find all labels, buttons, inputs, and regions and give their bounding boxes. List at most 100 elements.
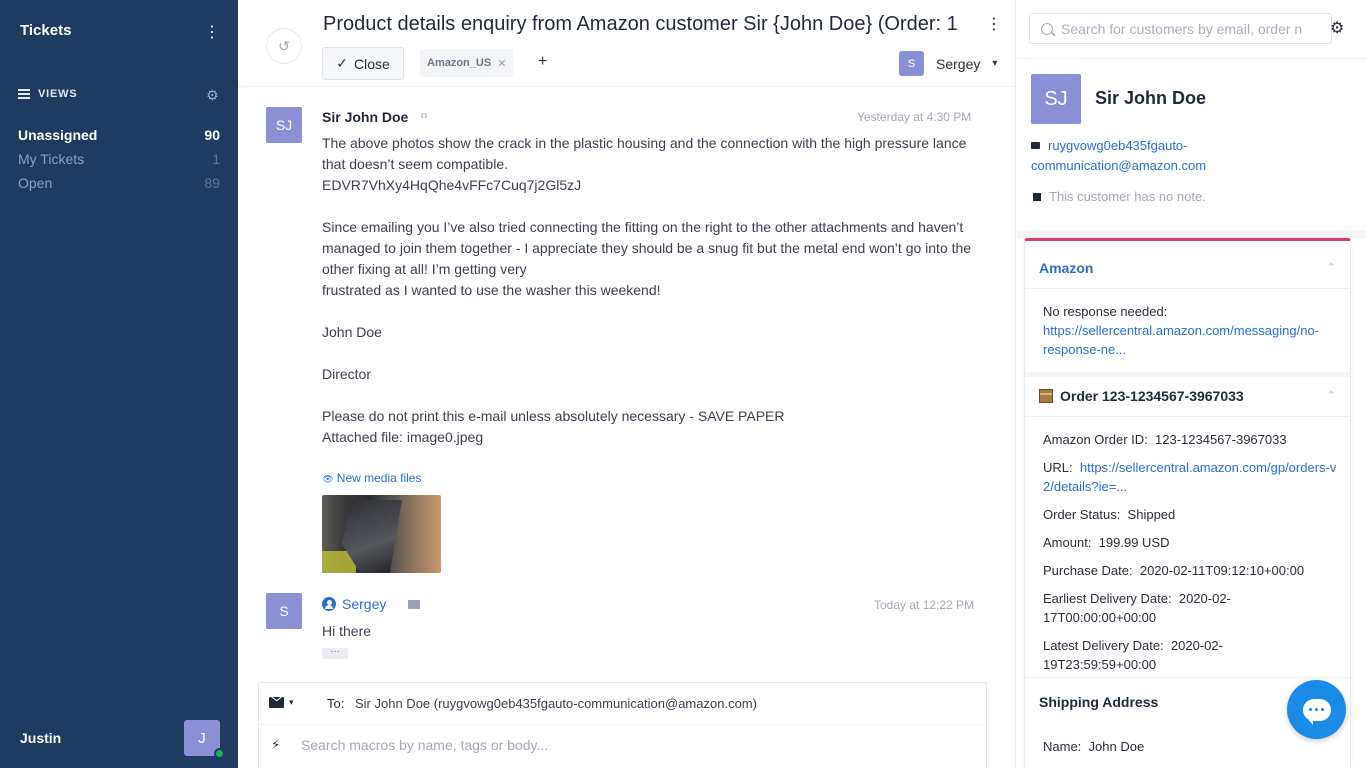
message-time: Yesterday at 4:30 PM — [857, 110, 972, 124]
order-field-label: Order Status: — [1043, 507, 1121, 522]
no-response-link[interactable]: https://sellercentral.amazon.com/messagi… — [1043, 323, 1319, 357]
amazon-widget-title: Amazon — [1039, 260, 1094, 276]
amazon-widget-header[interactable]: Amazon ⌃ — [1025, 241, 1350, 289]
sidebar-title: Tickets — [20, 22, 72, 39]
caret-down-icon: ▾ — [289, 697, 294, 707]
views-header: VIEWS — [18, 88, 77, 100]
order-url-link[interactable]: https://sellercentral.amazon.com/gp/orde… — [1043, 460, 1336, 494]
customer-name[interactable]: Sir John Doe — [1095, 88, 1206, 109]
panel-settings-icon[interactable]: ⚙ — [1330, 18, 1344, 38]
customer-email-value: ruygvowg0eb435fgauto-communication@amazo… — [1031, 138, 1207, 173]
sidebar-item-count: 89 — [204, 175, 220, 191]
search-icon — [1041, 22, 1053, 35]
message-author-name[interactable]: Sir John Doe — [322, 109, 408, 125]
views-list-icon — [18, 89, 30, 99]
order-field: Purchase Date: 2020-02-11T09:12:10+00:00 — [1043, 561, 1304, 580]
message-line: EDVR7VhXy4HqQhe4vFFc7Cuq7j2Gl5zJ — [322, 177, 582, 193]
message-line: Please do not print this e-mail unless a… — [322, 408, 785, 424]
current-user-name: Justin — [20, 730, 62, 746]
chat-launcher-button[interactable] — [1287, 680, 1346, 739]
ticket-tag[interactable]: Amazon_US ✕ — [420, 49, 514, 77]
message-line: Director — [322, 366, 372, 382]
chevron-up-icon[interactable]: ⌃ — [1327, 389, 1336, 402]
history-icon[interactable]: ↺ — [266, 28, 302, 64]
check-icon: ✓ — [336, 55, 348, 71]
close-label: Close — [353, 55, 390, 72]
package-icon — [1039, 389, 1053, 403]
order-field: Latest Delivery Date: 2020-02-19T23:59:5… — [1043, 636, 1263, 674]
message-author-link[interactable]: Sergey — [322, 596, 386, 612]
sidebar-item-count: 90 — [204, 127, 220, 143]
add-tag-button[interactable]: + — [538, 53, 547, 71]
order-field-label: Amount: — [1043, 535, 1092, 550]
order-field-value: 123-1234567-3967033 — [1155, 432, 1287, 447]
macro-bolt-icon: ⚡ — [271, 737, 281, 752]
new-media-files-link[interactable]: 👁 New media files — [322, 471, 421, 485]
views-settings-icon[interactable]: ⚙ — [206, 87, 219, 104]
panel-separator — [1017, 230, 1366, 238]
attachment-thumbnail[interactable] — [322, 495, 441, 573]
message-author-name: Sergey — [342, 596, 387, 612]
to-label: To: — [327, 696, 345, 711]
customer-note[interactable]: This customer has no note. — [1033, 189, 1206, 204]
shipping-name-field: Name: John Doe — [1043, 737, 1144, 756]
order-field-value: 2020-02-11T09:12:10+00:00 — [1139, 563, 1305, 578]
order-field-label: Latest Delivery Date: — [1043, 638, 1164, 653]
message-body: Hi there — [322, 623, 372, 639]
order-field: Amazon Order ID: 123-1234567-3967033 — [1043, 430, 1287, 449]
close-ticket-button[interactable]: ✓ Close — [322, 47, 404, 80]
chevron-up-icon[interactable]: ⌃ — [1327, 261, 1336, 274]
order-field: Order Status: Shipped — [1043, 505, 1175, 524]
no-response-label: No response needed: — [1043, 304, 1168, 319]
caret-down-icon: ▾ — [992, 58, 998, 69]
sidebar-item-unassigned[interactable]: Unassigned 90 — [18, 127, 220, 143]
order-widget-header[interactable]: Order 123-1234567-3967033 ⌃ — [1025, 377, 1350, 417]
message-line: Since emailing you I’ve also tried conne… — [322, 219, 972, 277]
sidebar-item-my-tickets[interactable]: My Tickets 1 — [18, 151, 220, 167]
mail-icon — [1031, 142, 1040, 149]
order-field-label: Earliest Delivery Date: — [1043, 591, 1172, 606]
widget-separator — [1025, 677, 1350, 678]
channel-selector[interactable]: ▾ — [269, 697, 294, 708]
order-field-label: Amazon Order ID: — [1043, 432, 1148, 447]
sidebar-menu-icon[interactable]: ⋮ — [204, 22, 220, 42]
message-line: The above photos show the crack in the p… — [322, 135, 967, 172]
show-quoted-button[interactable]: ··· — [322, 647, 348, 659]
ticket-main: ↺ Product details enquiry from Amazon cu… — [238, 0, 1016, 768]
macro-search-input[interactable] — [301, 737, 901, 753]
chat-bubble-icon — [1302, 698, 1331, 725]
order-field: Earliest Delivery Date: 2020-02-17T00:00… — [1043, 589, 1263, 627]
order-field-label: Purchase Date: — [1043, 563, 1133, 578]
customer-search-input[interactable] — [1061, 20, 1331, 37]
recipient-value[interactable]: Sir John Doe (ruygvowg0eb435fgauto-commu… — [355, 696, 757, 711]
assignee-avatar: S — [899, 51, 924, 76]
assignee-name: Sergey — [936, 55, 981, 72]
reply-composer: ▾ To: Sir John Doe (ruygvowg0eb435fgauto… — [258, 682, 987, 768]
message-author-avatar: SJ — [266, 107, 302, 143]
order-field-value: Shipped — [1127, 507, 1176, 522]
ticket-menu-icon[interactable]: ⋮ — [986, 14, 1002, 34]
header-divider — [238, 86, 1016, 87]
sidebar-item-label: My Tickets — [18, 151, 85, 167]
composer-recipient-row: ▾ To: Sir John Doe (ruygvowg0eb435fgauto… — [259, 683, 986, 725]
shipping-field-label: Name: — [1043, 739, 1082, 754]
envelope-icon — [269, 697, 284, 708]
shipping-address-title: Shipping Address — [1039, 694, 1159, 710]
person-icon — [322, 597, 336, 611]
code-icon[interactable]: ‹› — [420, 108, 428, 122]
sidebar-item-open[interactable]: Open 89 — [18, 175, 220, 191]
customer-search[interactable] — [1029, 13, 1332, 44]
order-field: Amount: 199.99 USD — [1043, 533, 1169, 552]
assignee-dropdown[interactable]: S Sergey ▾ — [899, 51, 997, 76]
ticket-title[interactable]: Product details enquiry from Amazon cust… — [323, 13, 959, 36]
message-author-avatar: S — [266, 593, 302, 629]
customer-email[interactable]: ruygvowg0eb435fgauto-communication@amazo… — [1031, 136, 1331, 176]
customer-avatar: SJ — [1031, 74, 1081, 124]
remove-tag-icon[interactable]: ✕ — [497, 57, 506, 70]
order-field: URL: https://sellercentral.amazon.com/gp… — [1043, 458, 1339, 496]
customer-panel: ⚙ SJ Sir John Doe ruygvowg0eb435fgauto-c… — [1017, 0, 1366, 768]
message-line: Attached file: image0.jpeg — [322, 429, 484, 445]
shipping-field-value: John Doe — [1088, 739, 1145, 754]
customer-note-text: This customer has no note. — [1049, 189, 1206, 204]
sidebar-item-label: Open — [18, 175, 53, 191]
